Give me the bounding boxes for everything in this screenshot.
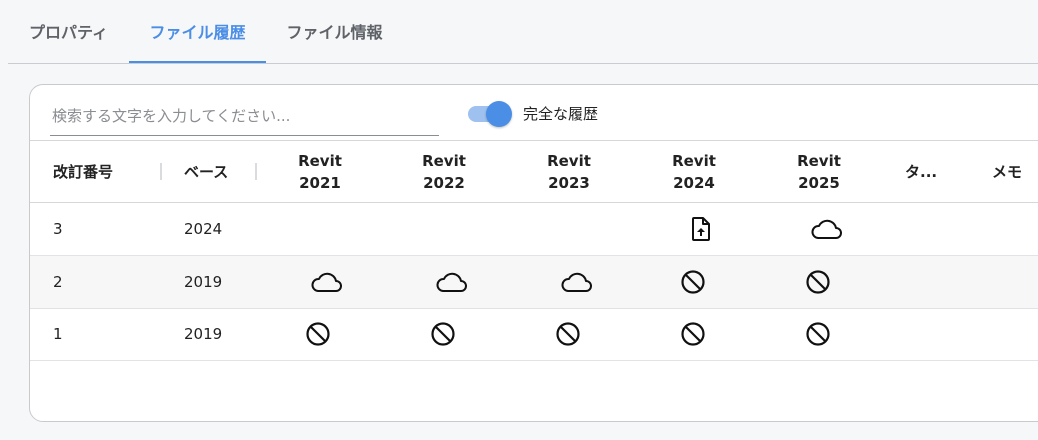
revision-cell: 2 (53, 273, 63, 291)
table-header: 改訂番号 ベース Revit 2021 Revit 2022 Revit 2023 R… (30, 141, 1038, 203)
header-text: Revit (797, 151, 841, 170)
column-header-revit-2022[interactable]: Revit 2022 (404, 141, 484, 202)
header-text: 2023 (548, 173, 590, 192)
header-text: Revit (422, 151, 466, 170)
blocked-icon[interactable] (554, 308, 582, 360)
header-text: 2022 (423, 173, 465, 192)
header-text: 2024 (673, 173, 715, 192)
blocked-icon[interactable] (679, 256, 707, 308)
column-header-revit-2024[interactable]: Revit 2024 (654, 141, 734, 202)
header-text: 2025 (798, 173, 840, 192)
tab-bar: プロパティ ファイル履歴 ファイル情報 (0, 0, 1038, 64)
base-cell: 2024 (184, 220, 223, 238)
column-separator[interactable] (160, 163, 162, 180)
blocked-icon[interactable] (429, 308, 457, 360)
table-row[interactable]: 3 2024 (30, 203, 1038, 256)
blocked-icon[interactable] (804, 308, 832, 360)
base-cell: 2019 (184, 325, 223, 343)
base-cell: 2019 (184, 273, 223, 291)
revision-cell: 1 (53, 325, 63, 343)
tab-file-info[interactable]: ファイル情報 (266, 0, 403, 64)
history-panel: 完全な履歴 改訂番号 ベース Revit 2021 Revit 2022 Revit… (29, 84, 1038, 422)
tab-divider (8, 63, 1038, 64)
column-header-tag[interactable]: タ... (905, 141, 937, 202)
table-row[interactable]: 1 2019 (30, 308, 1038, 361)
blocked-icon[interactable] (804, 256, 832, 308)
cloud-icon[interactable] (804, 203, 848, 255)
search-field[interactable] (50, 99, 443, 136)
cloud-icon[interactable] (304, 256, 348, 308)
blocked-icon[interactable] (679, 308, 707, 360)
search-input[interactable] (50, 101, 443, 131)
header-text: Revit (547, 151, 591, 170)
cloud-icon[interactable] (429, 256, 473, 308)
column-header-memo[interactable]: メモ (992, 141, 1022, 202)
file-upload-icon[interactable] (679, 203, 723, 255)
full-history-label: 完全な履歴 (523, 105, 599, 123)
header-text: Revit (298, 151, 342, 170)
tab-properties[interactable]: プロパティ (8, 0, 129, 64)
revision-cell: 3 (53, 220, 63, 238)
header-text: 2021 (299, 173, 341, 192)
column-header-revit-2025[interactable]: Revit 2025 (779, 141, 859, 202)
cloud-icon[interactable] (554, 256, 598, 308)
table-row[interactable]: 2 2019 (30, 256, 1038, 309)
column-header-base[interactable]: ベース (184, 141, 228, 202)
full-history-toggle[interactable] (466, 99, 514, 129)
column-separator[interactable] (255, 163, 257, 180)
header-text: Revit (672, 151, 716, 170)
tab-file-history[interactable]: ファイル履歴 (129, 0, 266, 64)
column-header-revision[interactable]: 改訂番号 (53, 141, 113, 202)
toggle-thumb (486, 101, 512, 127)
column-header-revit-2021[interactable]: Revit 2021 (280, 141, 360, 202)
blocked-icon[interactable] (304, 308, 332, 360)
column-header-revit-2023[interactable]: Revit 2023 (529, 141, 609, 202)
